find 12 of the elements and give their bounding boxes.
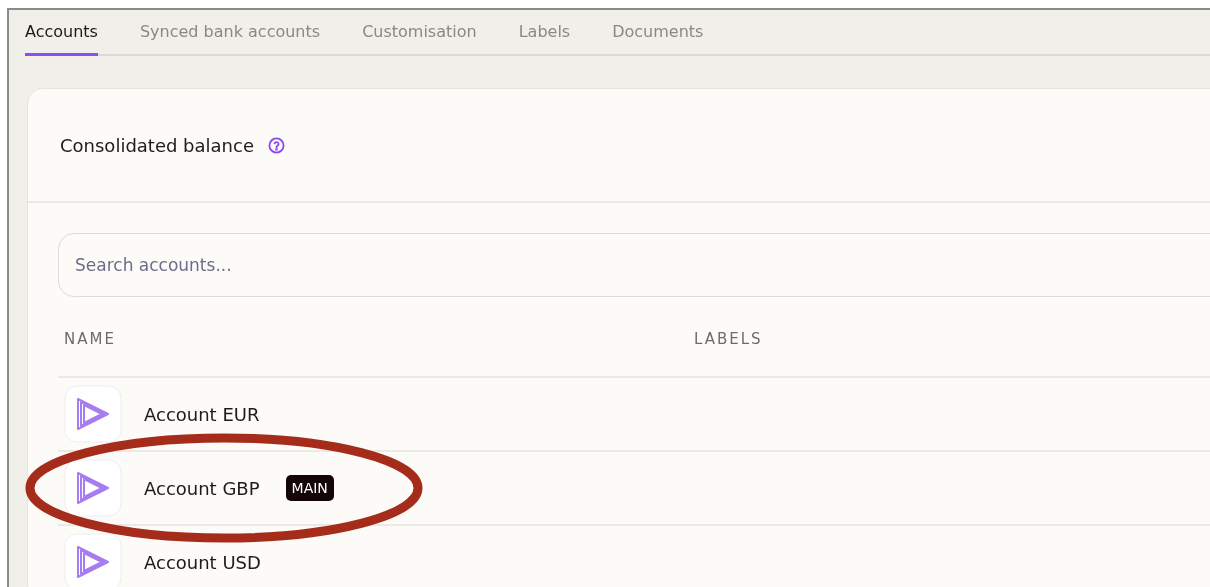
help-icon[interactable] [268, 136, 285, 154]
column-header: LABELS [694, 330, 763, 348]
account-name[interactable]: Account USD [144, 551, 261, 573]
play-logo-icon [64, 385, 122, 443]
column-header: NAME [64, 330, 116, 348]
account-name[interactable]: Account GBP [144, 477, 260, 499]
search-field[interactable]: Search accounts... [58, 233, 1210, 297]
account-name[interactable]: Account EUR [144, 403, 260, 425]
tab[interactable]: Accounts [25, 10, 98, 56]
card-title: Consolidated balance [60, 134, 254, 156]
play-logo-icon [64, 459, 122, 517]
main-badge: MAIN [285, 475, 334, 501]
